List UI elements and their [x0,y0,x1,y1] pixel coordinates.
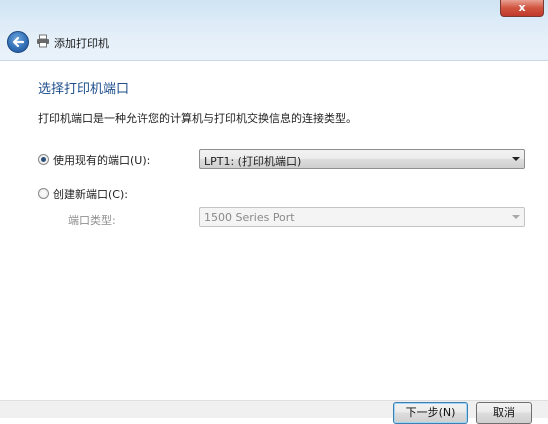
back-button[interactable] [7,31,29,53]
next-button[interactable]: 下一步(N) [393,402,468,424]
page-heading: 选择打印机端口 [38,82,130,97]
close-button[interactable]: x [500,0,544,17]
close-icon: x [518,1,526,14]
chevron-down-icon [512,157,520,161]
new-port-radio[interactable] [38,188,49,199]
wizard-footer: 下一步(N) 取消 [0,400,548,424]
new-port-label[interactable]: 创建新端口(C): [53,186,128,202]
port-type-value: 1500 Series Port [204,211,295,224]
cancel-button[interactable]: 取消 [476,402,532,424]
existing-port-value: LPT1: (打印机端口) [204,155,302,168]
title-bar: x 添加打印机 [0,0,548,60]
existing-port-label[interactable]: 使用现有的端口(U): [53,152,150,168]
port-type-label: 端口类型: [68,214,116,227]
window-title: 添加打印机 [54,37,109,50]
back-arrow-icon [12,36,25,48]
printer-icon [37,34,49,48]
page-description: 打印机端口是一种允许您的计算机与打印机交换信息的连接类型。 [38,112,357,125]
existing-port-radio[interactable] [38,154,49,165]
port-type-dropdown[interactable]: 1500 Series Port [199,207,525,227]
chevron-down-icon [512,215,520,219]
existing-port-dropdown[interactable]: LPT1: (打印机端口) [199,149,525,169]
